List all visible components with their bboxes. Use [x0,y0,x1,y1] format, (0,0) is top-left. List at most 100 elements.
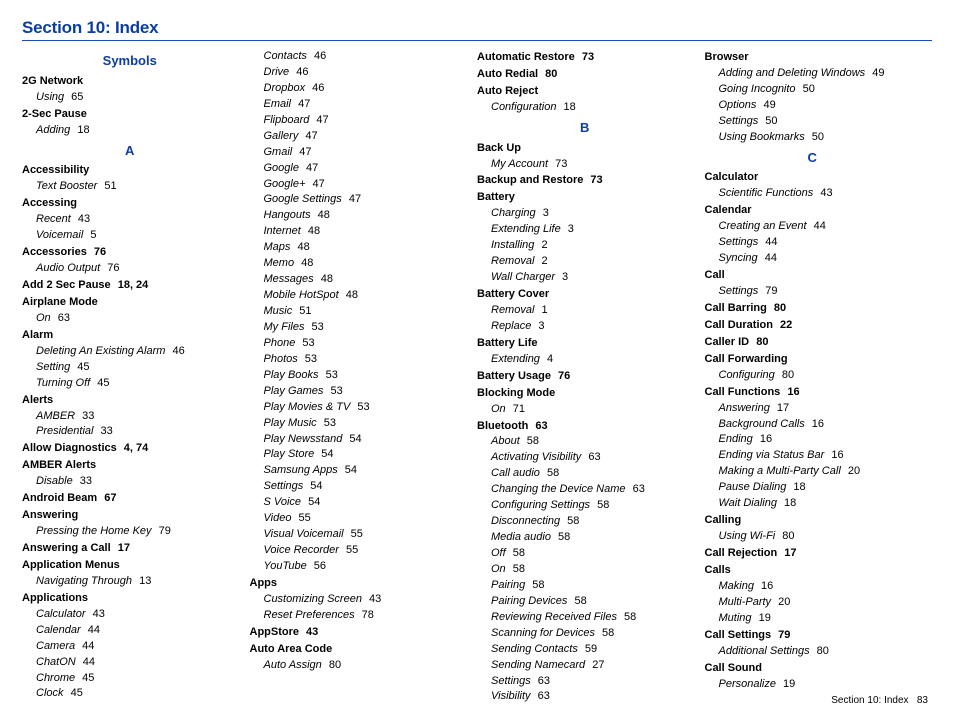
index-subentry[interactable]: Personalize 19 [705,677,921,693]
index-subentry[interactable]: Pause Dialing 18 [705,480,921,496]
index-subentry[interactable]: Memo 48 [250,256,466,272]
index-subentry[interactable]: Visibility 63 [477,689,693,705]
index-subentry[interactable]: Scanning for Devices 58 [477,626,693,642]
index-subentry[interactable]: Wait Dialing 18 [705,496,921,512]
index-subentry[interactable]: My Account 73 [477,157,693,173]
index-subentry[interactable]: Email 47 [250,97,466,113]
index-subentry[interactable]: S Voice 54 [250,495,466,511]
index-subentry[interactable]: Mobile HotSpot 48 [250,288,466,304]
index-subentry[interactable]: Play Games 53 [250,384,466,400]
index-entry[interactable]: 2G Network [22,74,238,90]
index-subentry[interactable]: Settings 44 [705,235,921,251]
index-entry[interactable]: AMBER Alerts [22,458,238,474]
index-subentry[interactable]: Recent 43 [22,212,238,228]
index-entry[interactable]: Call [705,268,921,284]
index-subentry[interactable]: Reset Preferences 78 [250,608,466,624]
index-entry[interactable]: Call Barring 80 [705,301,921,317]
index-entry[interactable]: 2-Sec Pause [22,107,238,123]
index-subentry[interactable]: Replace 3 [477,319,693,335]
index-subentry[interactable]: Turning Off 45 [22,376,238,392]
index-subentry[interactable]: Navigating Through 13 [22,574,238,590]
index-subentry[interactable]: Making a Multi-Party Call 20 [705,464,921,480]
index-subentry[interactable]: Visual Voicemail 55 [250,527,466,543]
index-entry[interactable]: Answering [22,508,238,524]
index-subentry[interactable]: Creating an Event 44 [705,219,921,235]
index-subentry[interactable]: Audio Output 76 [22,261,238,277]
index-subentry[interactable]: Additional Settings 80 [705,644,921,660]
index-entry[interactable]: Alarm [22,328,238,344]
index-subentry[interactable]: Ending 16 [705,432,921,448]
index-entry[interactable]: Airplane Mode [22,295,238,311]
index-subentry[interactable]: Voice Recorder 55 [250,543,466,559]
index-subentry[interactable]: Play Movies & TV 53 [250,400,466,416]
index-subentry[interactable]: Charging 3 [477,206,693,222]
index-subentry[interactable]: Scientific Functions 43 [705,186,921,202]
index-entry[interactable]: Accessing [22,196,238,212]
index-subentry[interactable]: Disable 33 [22,474,238,490]
index-subentry[interactable]: Using Wi-Fi 80 [705,529,921,545]
index-subentry[interactable]: Voicemail 5 [22,228,238,244]
index-subentry[interactable]: Deleting An Existing Alarm 46 [22,344,238,360]
index-subentry[interactable]: Reviewing Received Files 58 [477,610,693,626]
index-entry[interactable]: Battery Life [477,336,693,352]
index-subentry[interactable]: Pairing 58 [477,578,693,594]
index-subentry[interactable]: Calendar 44 [22,623,238,639]
index-subentry[interactable]: Settings 50 [705,114,921,130]
index-entry[interactable]: Auto Reject [477,84,693,100]
index-entry[interactable]: Accessories 76 [22,245,238,261]
index-subentry[interactable]: Phone 53 [250,336,466,352]
index-entry[interactable]: AppStore 43 [250,625,466,641]
index-subentry[interactable]: Call audio 58 [477,466,693,482]
index-entry[interactable]: Caller ID 80 [705,335,921,351]
index-entry[interactable]: Apps [250,576,466,592]
index-entry[interactable]: Auto Area Code [250,642,466,658]
index-subentry[interactable]: Video 55 [250,511,466,527]
index-subentry[interactable]: Configuration 18 [477,100,693,116]
index-entry[interactable]: Battery [477,190,693,206]
index-entry[interactable]: Calculator [705,170,921,186]
index-subentry[interactable]: Samsung Apps 54 [250,463,466,479]
index-entry[interactable]: Add 2 Sec Pause 18, 24 [22,278,238,294]
index-entry[interactable]: Automatic Restore 73 [477,50,693,66]
index-entry[interactable]: Battery Usage 76 [477,369,693,385]
index-subentry[interactable]: Auto Assign 80 [250,658,466,674]
index-entry[interactable]: Battery Cover [477,287,693,303]
index-subentry[interactable]: Extending Life 3 [477,222,693,238]
index-subentry[interactable]: Google+ 47 [250,177,466,193]
index-subentry[interactable]: Flipboard 47 [250,113,466,129]
index-entry[interactable]: Call Sound [705,661,921,677]
index-subentry[interactable]: Sending Namecard 27 [477,658,693,674]
index-entry[interactable]: Alerts [22,393,238,409]
index-subentry[interactable]: Activating Visibility 63 [477,450,693,466]
index-subentry[interactable]: Internet 48 [250,224,466,240]
index-entry[interactable]: Android Beam 67 [22,491,238,507]
index-entry[interactable]: Bluetooth 63 [477,419,693,435]
index-entry[interactable]: Call Settings 79 [705,628,921,644]
index-entry[interactable]: Auto Redial 80 [477,67,693,83]
index-subentry[interactable]: Settings 54 [250,479,466,495]
index-subentry[interactable]: Pressing the Home Key 79 [22,524,238,540]
index-entry[interactable]: Calls [705,563,921,579]
index-subentry[interactable]: Messages 48 [250,272,466,288]
index-subentry[interactable]: Play Music 53 [250,416,466,432]
index-subentry[interactable]: Disconnecting 58 [477,514,693,530]
index-subentry[interactable]: Google Settings 47 [250,192,466,208]
index-subentry[interactable]: ChatON 44 [22,655,238,671]
index-subentry[interactable]: On 71 [477,402,693,418]
index-subentry[interactable]: Chrome 45 [22,671,238,687]
index-subentry[interactable]: Media audio 58 [477,530,693,546]
index-subentry[interactable]: Sending Contacts 59 [477,642,693,658]
index-subentry[interactable]: Configuring Settings 58 [477,498,693,514]
index-subentry[interactable]: Ending via Status Bar 16 [705,448,921,464]
index-subentry[interactable]: My Files 53 [250,320,466,336]
index-subentry[interactable]: Photos 53 [250,352,466,368]
index-subentry[interactable]: Removal 1 [477,303,693,319]
index-subentry[interactable]: YouTube 56 [250,559,466,575]
index-subentry[interactable]: Setting 45 [22,360,238,376]
index-entry[interactable]: Calling [705,513,921,529]
index-entry[interactable]: Calendar [705,203,921,219]
index-subentry[interactable]: Going Incognito 50 [705,82,921,98]
index-entry[interactable]: Call Functions 16 [705,385,921,401]
index-subentry[interactable]: Maps 48 [250,240,466,256]
index-subentry[interactable]: Syncing 44 [705,251,921,267]
